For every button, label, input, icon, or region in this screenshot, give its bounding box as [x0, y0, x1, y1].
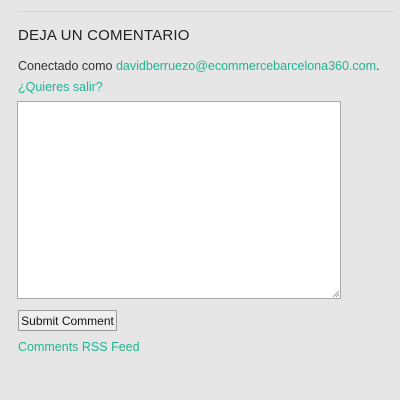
comment-textarea[interactable]	[17, 101, 341, 299]
user-profile-link[interactable]: davidberruezo@ecommercebarcelona360.com	[116, 59, 376, 73]
logged-in-message: Conectado como davidberruezo@ecommerceba…	[18, 56, 400, 98]
comments-rss-feed-link[interactable]: Comments RSS Feed	[18, 340, 140, 354]
logged-in-separator: .	[376, 59, 380, 73]
comment-form-page: DEJA UN COMENTARIO Conectado como davidb…	[0, 0, 400, 400]
submit-comment-button[interactable]: Submit Comment	[18, 310, 117, 331]
logout-link[interactable]: ¿Quieres salir?	[18, 80, 103, 94]
section-divider	[18, 11, 394, 12]
comment-section-heading: DEJA UN COMENTARIO	[18, 27, 190, 44]
logged-in-prefix: Conectado como	[18, 59, 116, 73]
